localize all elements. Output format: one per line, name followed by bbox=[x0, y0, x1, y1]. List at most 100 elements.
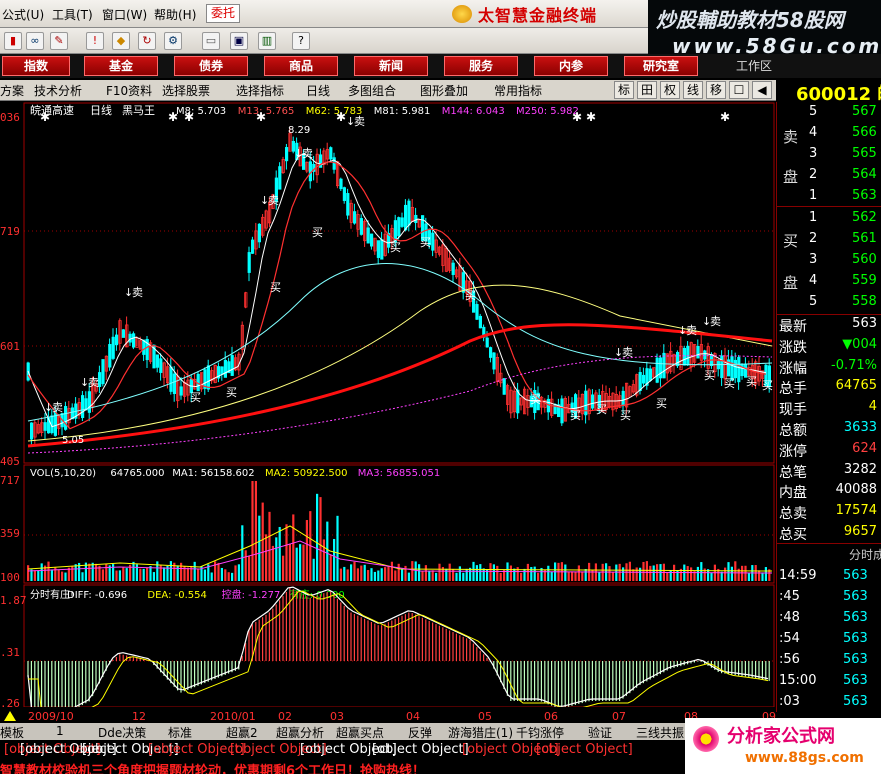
chart-area[interactable]: 皖通高速 日线 黑马王 M8: 5.703 M13: 5.765 M62: 5.78… bbox=[0, 101, 776, 723]
settings-icon[interactable]: ⚙ bbox=[164, 32, 182, 50]
scheme-dropdown[interactable]: 方案 bbox=[0, 82, 24, 99]
menu-help[interactable]: 帮助(H) bbox=[154, 6, 196, 23]
nav-index-button[interactable]: 指数 bbox=[2, 56, 70, 76]
nav-bond-button[interactable]: 债券 bbox=[174, 56, 248, 76]
volume-bar bbox=[628, 561, 631, 581]
common-indicator-dropdown[interactable]: 常用指标 bbox=[494, 82, 542, 99]
alert-icon[interactable]: ! bbox=[86, 32, 104, 50]
workarea-label[interactable]: 工作区 bbox=[736, 57, 772, 74]
scroll-button[interactable]: ◀ bbox=[752, 81, 772, 99]
binoculars-icon[interactable]: ∞ bbox=[26, 32, 44, 50]
mark-button[interactable]: 标 bbox=[614, 81, 634, 99]
y-label-vol-3: 100 bbox=[0, 571, 20, 584]
bottom-tab[interactable]: 千钧涨停 bbox=[516, 724, 564, 741]
window-toggle-button[interactable]: ☐ bbox=[729, 81, 749, 99]
volume-bar bbox=[278, 526, 281, 581]
volume-bar bbox=[404, 565, 407, 581]
tech-analysis-dropdown[interactable]: 技术分析 bbox=[34, 82, 82, 99]
nav-insider-button[interactable]: 内参 bbox=[534, 56, 608, 76]
bottom-tab[interactable]: 验证 bbox=[588, 724, 612, 741]
select-stock-button[interactable]: 选择股票 bbox=[162, 82, 210, 99]
volume-bar bbox=[302, 544, 305, 581]
buy-signal: 买 bbox=[570, 409, 581, 422]
help-pointer-icon[interactable]: ? bbox=[292, 32, 310, 50]
bottom-tab[interactable]: 1 bbox=[56, 724, 64, 738]
diamond-icon[interactable]: ◆ bbox=[112, 32, 130, 50]
sell-price: 563 bbox=[852, 188, 877, 203]
time-axis-label: 03 bbox=[330, 710, 344, 723]
buy-signal: 买 bbox=[312, 226, 323, 239]
candle-body bbox=[369, 233, 374, 247]
move-button[interactable]: 移 bbox=[706, 81, 726, 99]
time-axis-label: 2009/10 bbox=[28, 710, 74, 723]
multi-chart-dropdown[interactable]: 多图组合 bbox=[348, 82, 396, 99]
volume-bar bbox=[424, 565, 427, 581]
candle-body bbox=[376, 240, 381, 258]
candle-body bbox=[81, 395, 85, 419]
y-label-vol-1: 717 bbox=[0, 474, 20, 487]
time-axis-label: 06 bbox=[544, 710, 558, 723]
bottom-tab[interactable]: Dde决策 bbox=[98, 724, 146, 741]
bottom-tab[interactable]: 模板 bbox=[0, 724, 24, 741]
volume-bar bbox=[169, 561, 172, 581]
volume-bar bbox=[241, 525, 244, 581]
volume-bar bbox=[193, 561, 196, 581]
bottom-tab[interactable]: 三线共振 bbox=[636, 724, 684, 741]
bottom-tab[interactable]: 标准 bbox=[168, 724, 192, 741]
candle-body bbox=[342, 187, 347, 201]
volume-bar bbox=[27, 565, 30, 581]
candle-body bbox=[29, 422, 34, 440]
sell-price: 567 bbox=[852, 104, 877, 119]
menu-tools[interactable]: 工具(T) bbox=[52, 6, 93, 23]
volume-bar bbox=[346, 569, 349, 581]
stat-value: ▼004 bbox=[842, 336, 877, 352]
candle-body bbox=[84, 398, 88, 411]
y-label-main-2: 719 bbox=[0, 225, 20, 238]
bottom-tab[interactable]: 超赢买点 bbox=[336, 724, 384, 741]
bottom-tab[interactable]: 超赢2 bbox=[226, 724, 258, 741]
f10-button[interactable]: F10资料 bbox=[106, 82, 152, 99]
star-marker: ✱ bbox=[586, 110, 596, 124]
nav-commodity-button[interactable]: 商品 bbox=[264, 56, 338, 76]
buy-level: 3 bbox=[809, 252, 818, 267]
buy-signal: 买 bbox=[762, 379, 773, 392]
sell-level: 4 bbox=[809, 125, 818, 140]
nav-fund-button[interactable]: 基金 bbox=[84, 56, 158, 76]
volume-bar bbox=[231, 572, 234, 581]
bottom-tabs: 模板 1 Dde决策 标准 超赢2 超赢分析 超赢买点 反弹 游海猎庄(1) 千钧涨停 验证 三线共振 bbox=[0, 723, 685, 740]
print-icon[interactable]: ▭ bbox=[202, 32, 220, 50]
sell-level: 3 bbox=[809, 146, 818, 161]
overlay-dropdown[interactable]: 图形叠加 bbox=[420, 82, 468, 99]
candle-body bbox=[121, 329, 125, 338]
nav-news-button[interactable]: 新闻 bbox=[354, 56, 428, 76]
nav-service-button[interactable]: 服务 bbox=[444, 56, 518, 76]
menu-window[interactable]: 窗口(W) bbox=[102, 6, 147, 23]
select-indicator-button[interactable]: 选择指标 bbox=[236, 82, 284, 99]
volume-bar bbox=[462, 572, 465, 581]
nav-research-button[interactable]: 研究室 bbox=[624, 56, 698, 76]
weituo-button[interactable]: 委托 bbox=[206, 4, 240, 23]
legend-main_chart.ma_legend-1: M13: 5.765 bbox=[238, 106, 295, 117]
bottom-tab[interactable]: 游海猎庄(1) bbox=[448, 724, 513, 741]
window-icon[interactable]: ▣ bbox=[230, 32, 248, 50]
volume-bar bbox=[584, 568, 587, 581]
bottom-tab[interactable]: 反弹 bbox=[408, 724, 432, 741]
volume-bar bbox=[635, 567, 638, 581]
edit-icon[interactable]: ✎ bbox=[50, 32, 68, 50]
line-button[interactable]: 线 bbox=[683, 81, 703, 99]
volume-bar bbox=[438, 563, 441, 581]
volume-bar bbox=[509, 565, 512, 581]
chart-bars-icon[interactable]: ▮ bbox=[4, 32, 22, 50]
stat-value: 563 bbox=[852, 316, 877, 331]
refresh-icon[interactable]: ↻ bbox=[138, 32, 156, 50]
candle-body bbox=[485, 337, 489, 348]
volume-bar bbox=[380, 568, 383, 581]
menu-formula[interactable]: 公式(U) bbox=[2, 6, 44, 23]
candle-body bbox=[475, 304, 479, 320]
books-icon[interactable]: ▥ bbox=[258, 32, 276, 50]
period-dropdown[interactable]: 日线 bbox=[306, 82, 330, 99]
rights-button[interactable]: 权 bbox=[660, 81, 680, 99]
main-chart-indicator: 黑马王 bbox=[122, 104, 155, 117]
bottom-tab[interactable]: 超赢分析 bbox=[276, 724, 324, 741]
grid-button[interactable]: 田 bbox=[637, 81, 657, 99]
